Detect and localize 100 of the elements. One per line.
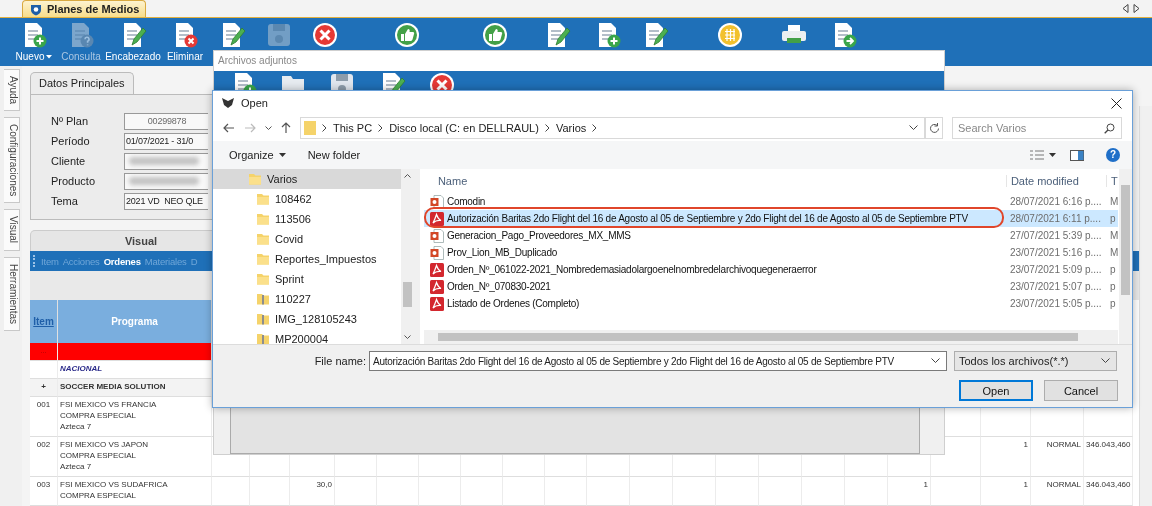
scrollbar-thumb[interactable] [402,282,412,307]
file-row[interactable]: Comodin 28/07/2021 6:16 p.... M [423,193,1118,210]
scroll-left-icon[interactable] [1122,4,1129,13]
document-tab[interactable]: Planes de Medios [22,0,147,17]
column-header[interactable]: T [1105,175,1118,187]
file-type: p [1108,281,1116,292]
file-row[interactable]: Generacion_Pago_Proveedores_MX_MMS 27/07/2021 5:39 p.... M [423,227,1118,244]
toolbar-button[interactable]: Eliminar [166,18,204,62]
folder-tree-item[interactable]: Varios [213,169,401,189]
file-type: M [1108,247,1118,258]
table-cell: + [30,379,58,397]
panel-tab[interactable]: Datos Principales [30,72,134,94]
toolbar-button[interactable]: Nuevo [14,18,54,62]
breadcrumb-item[interactable]: Disco local (C: en DELLRAUL) [389,122,539,134]
file-type-dropdown[interactable]: Todos los archivos(*.*) [954,351,1117,371]
cancel-icon [311,21,339,49]
empty-cell [335,477,377,506]
scrollbar[interactable] [400,169,414,344]
file-date: 23/07/2021 5:07 p.... [1008,281,1103,292]
empty-cell [630,477,673,506]
close-icon[interactable] [1111,97,1122,109]
chevron-down-icon [931,358,940,364]
scroll-down-icon[interactable] [403,335,411,340]
command-button[interactable]: New folder [307,149,361,161]
chevron-right-icon [322,124,327,132]
file-row[interactable]: Prov_Lion_MB_Duplicado 23/07/2021 5:16 p.... M [423,244,1118,261]
toolbar-button[interactable]: Encabezado [104,18,162,62]
table-cell: 30,0 [290,477,335,506]
scrollbar[interactable] [423,330,1118,344]
empty-cell [716,477,759,506]
breadcrumb-item[interactable]: Varios [555,122,587,134]
file-type: p [1108,213,1116,224]
file-row[interactable]: Orden_Nº_070830-2021 23/07/2021 5:07 p.... p [423,278,1118,295]
folder-tree-item[interactable]: 113506 [213,209,401,229]
open-button[interactable]: Open [959,380,1033,401]
table-cell: 346.043,460 [1084,437,1133,477]
table-cell: FSI MEXICO VS SUDAFRICA COMPRA ESPECIAL [58,477,212,506]
scrollbar-thumb[interactable] [437,333,1078,341]
side-tab[interactable]: Herramientas [4,256,20,331]
search-icon [1104,123,1115,134]
empty-cell [545,477,587,506]
side-tab[interactable]: Ayuda [4,69,20,112]
address-bar[interactable]: This PC Disco local (C: en DELLRAUL) Varios [300,117,925,139]
text-field[interactable]: 01/07/2021 - 31/0 [124,132,208,150]
file-date: 23/07/2021 5:09 p.... [1008,264,1103,275]
search-field[interactable]: Search Varios [952,117,1122,139]
empty-cell [845,477,888,506]
column-header[interactable]: Date modified [1005,175,1106,187]
folder-tree-item[interactable]: 108462 [213,189,401,209]
back-arrow-icon[interactable] [223,123,235,133]
folder-tree-item[interactable]: 110227 [213,289,401,309]
scrollbar-thumb[interactable] [1121,185,1130,295]
refresh-button[interactable] [925,117,943,139]
chevron-right-icon [378,124,384,132]
help-button[interactable]: ? [1106,148,1120,162]
side-tab[interactable]: Configuraciones [4,117,20,204]
folder-tree-item[interactable]: MP200004 [213,329,401,344]
up-arrow-icon[interactable] [281,122,291,134]
file-row[interactable]: Autorización Baritas 2do Flight del 16 de Agosto al 05 de Septiembre y 2do Flight del 16 de Agosto al 05 de Septiembre PTV 28/07/2021 6:11 p.... p [423,210,1118,227]
file-type: M [1108,196,1118,207]
empty-cell [212,477,250,506]
file-type: p [1108,298,1116,309]
text-field[interactable]: 2021 VD NEO QLE [124,192,208,210]
command-button[interactable]: Organize [229,149,286,161]
chevron-down-icon[interactable] [909,125,918,131]
field-label: Tema [50,195,79,207]
file-name-field[interactable]: Autorización Baritas 2do Flight del 16 de Agosto al 05 de Septiembre y 2do Flight del 16 de Agosto al 05 de Septiembre PTV [369,351,947,371]
folder-tree-item[interactable]: Reportes_Impuestos [213,249,401,269]
pdf-icon [429,211,444,226]
chevron-down-icon[interactable] [265,125,272,131]
folder-tree-item[interactable]: IMG_128105243 [213,309,401,329]
file-name: Prov_Lion_MB_Duplicado [446,247,558,258]
file-row[interactable]: Orden_Nº_061022-2021_Nombredemasiadolargoenelnombredelarchivoquegeneraerror 23/07/2021 5:09 p.... p [423,261,1118,278]
folder-icon [256,232,270,246]
blurred-field[interactable] [124,152,208,170]
scroll-right-icon[interactable] [1133,4,1140,13]
side-tab[interactable]: Visual [4,209,20,251]
menu-item[interactable]: Ordenes [103,255,141,267]
scrollbar[interactable] [1139,106,1152,506]
chevron-down-icon [1101,358,1110,364]
blurred-field[interactable] [124,172,208,190]
file-date: 28/07/2021 6:11 p.... [1008,213,1102,224]
pdf-icon [429,262,444,277]
breadcrumb-item[interactable]: This PC [333,122,373,134]
table-cell: 1 [981,477,1031,506]
view-options-button[interactable] [1030,150,1056,160]
cancel-button[interactable]: Cancel [1044,380,1118,401]
preview-pane-icon[interactable] [1070,149,1084,161]
file-name: Listado de Ordenes (Completo) [446,298,580,309]
scrollbar[interactable] [1119,169,1132,344]
chevron-right-icon [592,124,598,132]
file-row[interactable]: Listado de Ordenes (Completo) 23/07/2021 5:05 p.... p [423,295,1118,312]
folder-tree-item[interactable]: Sprint [213,269,401,289]
empty-cell [587,477,630,506]
folder-icon [256,272,270,286]
scroll-up-icon[interactable] [403,173,411,178]
file-name: Orden_Nº_061022-2021_Nombredemasiadolargoenelnombredelarchivoquegeneraerror [446,264,817,275]
chevron-right-icon [544,124,550,132]
column-header[interactable]: Name [423,175,1006,187]
table-cell: 001 [30,397,58,437]
